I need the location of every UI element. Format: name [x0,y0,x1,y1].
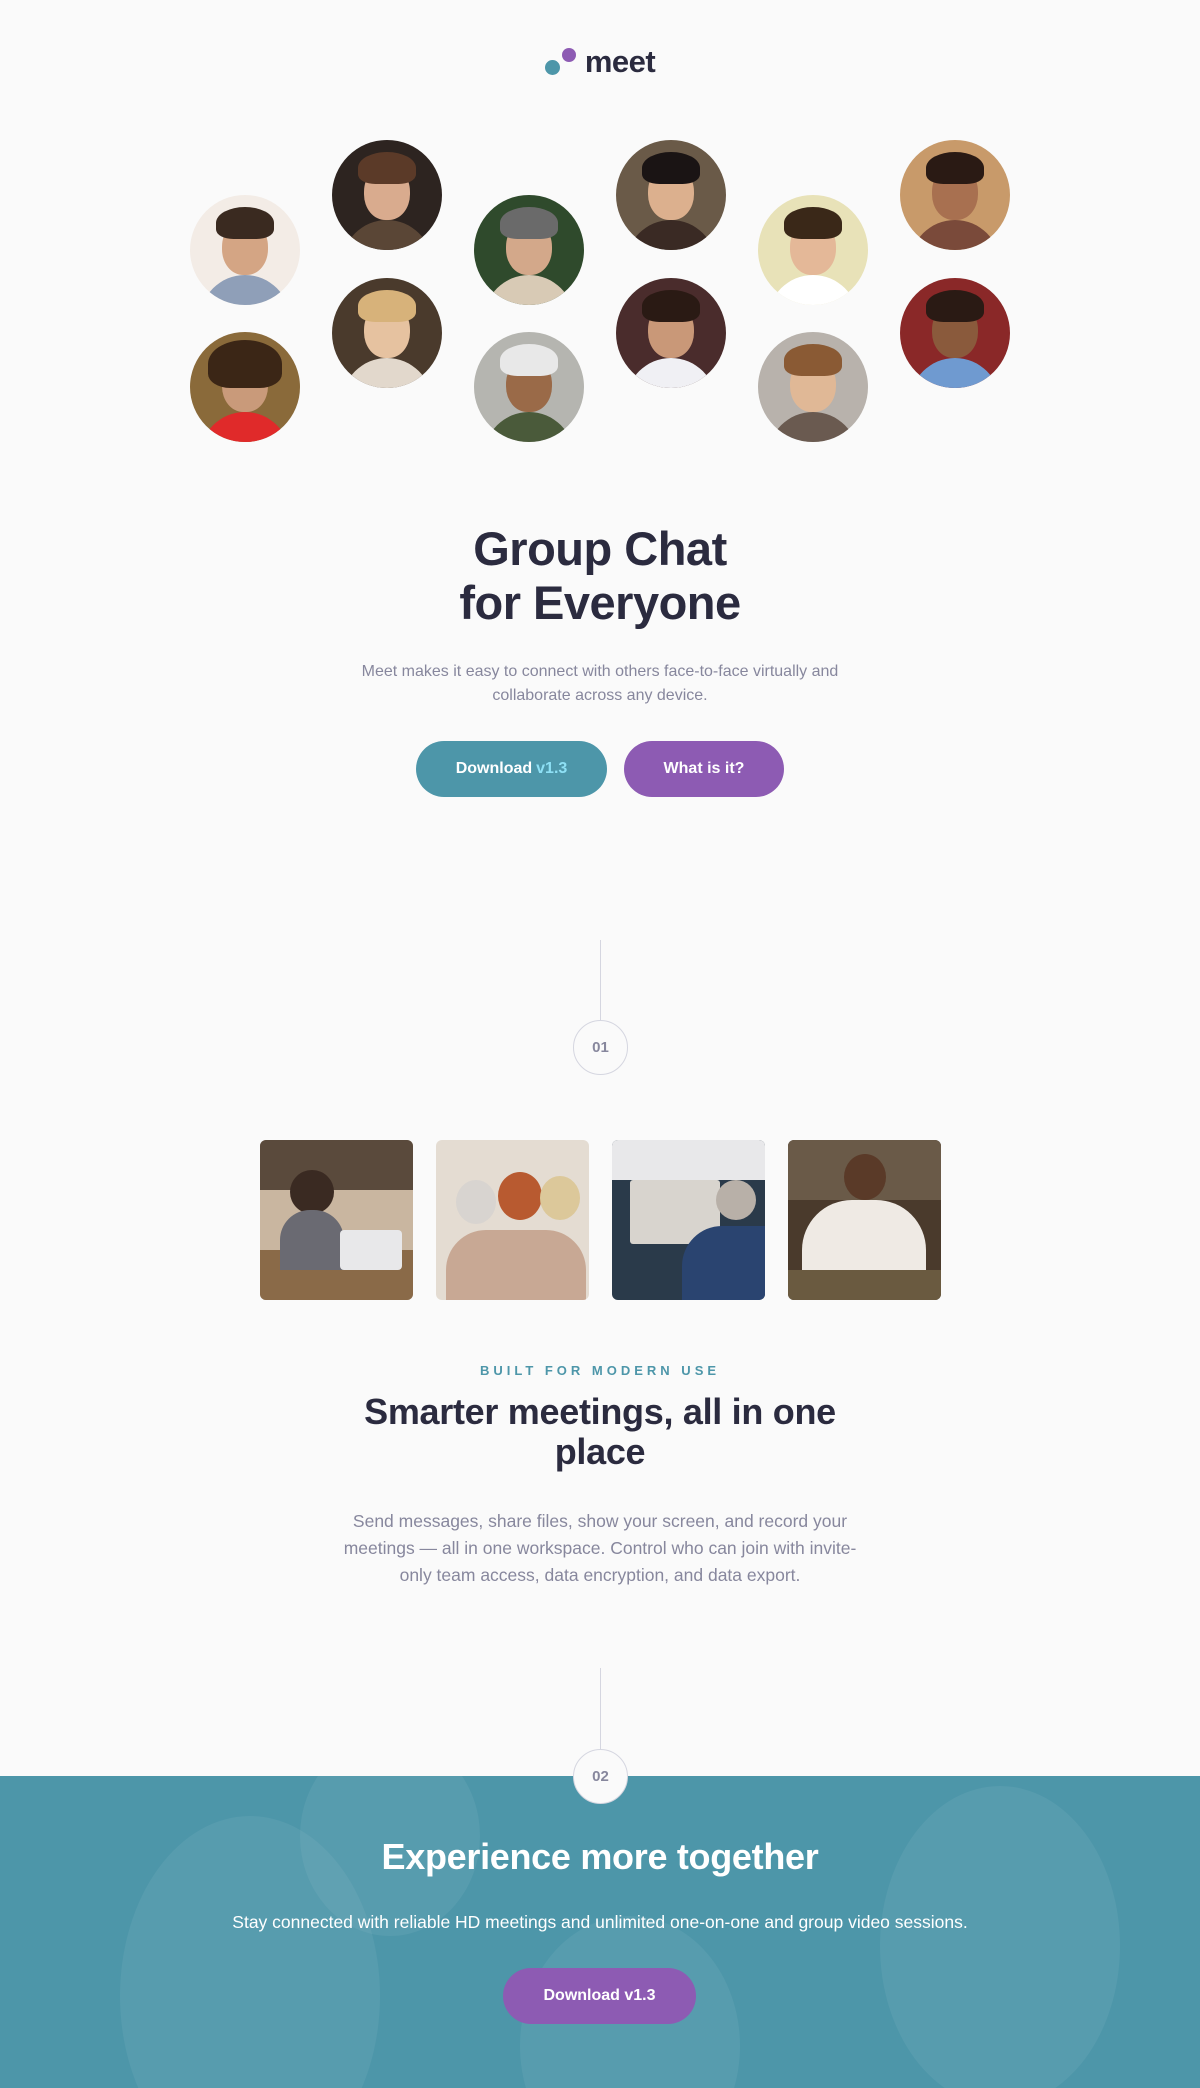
hero-title-line1: Group Chat [473,522,727,575]
features-description: Send messages, share files, show your sc… [343,1511,857,1585]
avatar [900,278,1010,388]
step-marker-01: 01 [573,1020,628,1075]
photo-women-phone [436,1140,589,1300]
cta-description: Stay connected with reliable HD meetings… [232,1912,968,1932]
avatar [616,278,726,388]
photo-man-phone [788,1140,941,1300]
avatar [190,332,300,442]
download-button-label: Download [455,760,533,777]
download-version: v1.3 [536,760,568,777]
avatar [332,140,442,250]
avatar [900,140,1010,250]
avatar [190,195,300,305]
avatar [616,140,726,250]
avatar [332,278,442,388]
features-title: Smarter meetings, all in one place [364,1391,836,1472]
cta-download-button[interactable]: Download v1.3 [503,1968,696,2024]
hero-description: Meet makes it easy to connect with other… [361,663,839,704]
photo-woman-laptop [260,1140,413,1300]
avatar [474,332,584,442]
logo-dots-icon [544,46,577,78]
logo-text: meet [584,44,656,79]
site-logo[interactable]: meet [0,44,1200,80]
avatar [474,195,584,305]
avatar [758,195,868,305]
step-marker-02: 02 [573,1749,628,1804]
avatar [758,332,868,442]
cta-title: Experience more together [381,1836,819,1877]
hero-title-line2: for Everyone [459,576,741,629]
what-is-it-button[interactable]: What is it? [624,741,784,797]
features-eyebrow: BUILT FOR MODERN USE [479,1363,721,1378]
photo-video-call [612,1140,765,1300]
hero-title: Group Chat for Everyone [0,522,1200,630]
download-button[interactable]: Download v1.3 [416,741,607,797]
divider-line [600,1668,601,1750]
